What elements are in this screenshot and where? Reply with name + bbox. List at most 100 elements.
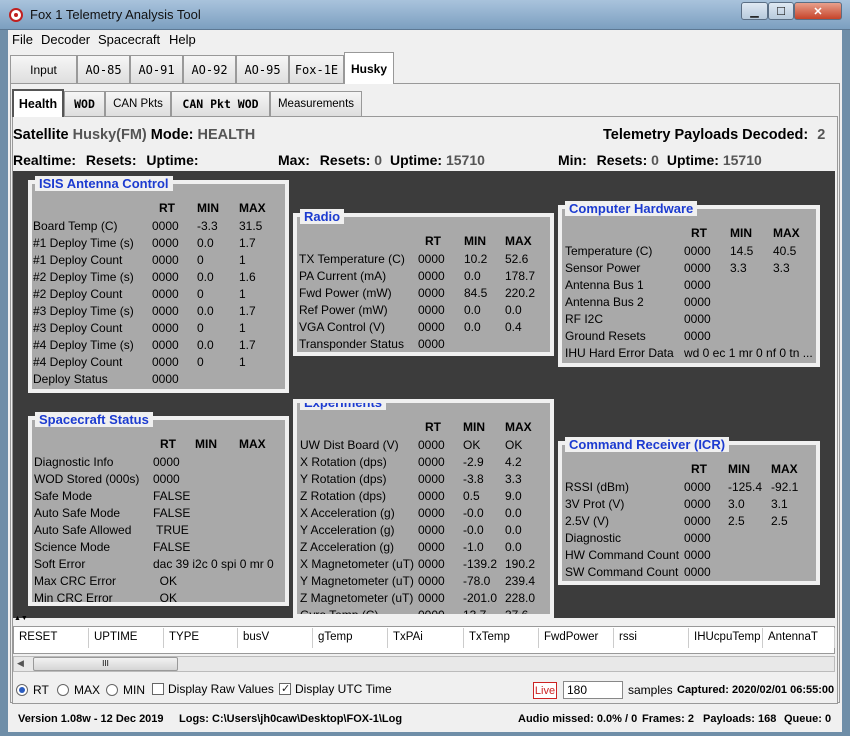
spacecraft-row-rt: FALSE bbox=[153, 540, 191, 554]
max-radio[interactable] bbox=[57, 684, 69, 696]
subtab-health[interactable]: Health bbox=[12, 89, 64, 117]
isis-row-min: -3.3 bbox=[197, 219, 218, 233]
spacecraft-col-max: MAX bbox=[239, 437, 266, 451]
samples-input[interactable] bbox=[563, 681, 623, 699]
radio-row-rt: 0000 bbox=[418, 320, 445, 334]
experiments-row-name: Y Acceleration (g) bbox=[300, 523, 395, 537]
minimize-button[interactable]: ▁ bbox=[741, 2, 768, 20]
scroll-left-icon[interactable]: ◀ bbox=[17, 658, 24, 669]
close-button[interactable]: ✕ bbox=[794, 2, 842, 20]
isis-row-max: 1 bbox=[239, 321, 246, 335]
menu-decoder[interactable]: Decoder bbox=[41, 32, 90, 47]
spacecraft-row-name: Science Mode bbox=[34, 540, 111, 554]
spacecraft-row-name: Min CRC Error bbox=[34, 591, 113, 605]
isis-row-rt: 0000 bbox=[152, 304, 179, 318]
satellite-label: Satellite bbox=[13, 127, 69, 143]
experiments-row-rt: 0000 bbox=[418, 591, 445, 605]
experiments-row-min: 0.5 bbox=[463, 489, 480, 503]
table-header-gtemp[interactable]: gTemp bbox=[313, 628, 388, 648]
radio-row-name: Transponder Status bbox=[299, 337, 404, 351]
menu-file[interactable]: File bbox=[12, 32, 33, 47]
subtab-measurements[interactable]: Measurements bbox=[270, 91, 362, 116]
radio-row-name: VGA Control (V) bbox=[299, 320, 386, 334]
table-header-txtemp[interactable]: TxTemp bbox=[464, 628, 539, 648]
computer-row-name: RF I2C bbox=[565, 312, 604, 326]
radio-row-name: PA Current (mA) bbox=[299, 269, 387, 283]
table-header-txpai[interactable]: TxPAi bbox=[388, 628, 464, 648]
isis-row-max: 1.7 bbox=[239, 338, 256, 352]
computer-row-name: Ground Resets bbox=[565, 329, 646, 343]
isis-row-min: 0.0 bbox=[197, 338, 214, 352]
radio-row-rt: 0000 bbox=[418, 252, 445, 266]
spacecraft-row-name: Auto Safe Mode bbox=[34, 506, 121, 520]
radio-col-rt: RT bbox=[425, 234, 441, 248]
maximize-button[interactable]: ☐ bbox=[768, 2, 794, 20]
spacecraft-row-rt: 0000 bbox=[153, 472, 180, 486]
subtab-can-pkt-wod[interactable]: CAN Pkt WOD bbox=[171, 91, 270, 116]
table-header-type[interactable]: TYPE bbox=[164, 628, 238, 648]
tab-fox-1e[interactable]: Fox-1E bbox=[289, 55, 344, 83]
splitter-arrows-icon[interactable]: ▲▼ bbox=[14, 615, 28, 622]
tab-ao-95[interactable]: AO-95 bbox=[236, 55, 289, 83]
utc-time-checkbox[interactable] bbox=[279, 682, 291, 695]
radio-col-min: MIN bbox=[464, 234, 486, 248]
command-row-name: RSSI (dBm) bbox=[565, 480, 630, 494]
table-header-rssi[interactable]: rssi bbox=[614, 628, 689, 648]
computer-row-rt: 0000 bbox=[684, 278, 711, 292]
max-resets-label: Resets: bbox=[319, 152, 371, 168]
tab-ao-85[interactable]: AO-85 bbox=[77, 55, 130, 83]
computer-row-name: Sensor Power bbox=[565, 261, 641, 275]
live-button[interactable]: Live bbox=[533, 682, 557, 699]
experiments-row-max: 37.6 bbox=[505, 608, 529, 618]
subtab-can-pkts[interactable]: CAN Pkts bbox=[105, 91, 171, 116]
realtime-header: Realtime: Resets: Uptime: bbox=[13, 152, 199, 168]
isis-row-max: 1 bbox=[239, 253, 246, 267]
scroll-thumb[interactable]: III bbox=[33, 657, 178, 671]
min-radio[interactable] bbox=[106, 684, 118, 696]
experiments-row-max: 0.0 bbox=[505, 523, 522, 537]
table-header-uptime[interactable]: UPTIME bbox=[89, 628, 164, 648]
experiments-row-rt: 0000 bbox=[418, 455, 445, 469]
isis-row-name: #3 Deploy Time (s) bbox=[33, 304, 134, 318]
audio-status: Audio missed: 0.0% / 0 bbox=[518, 713, 638, 725]
command-col-min: MIN bbox=[728, 462, 750, 476]
isis-row-rt: 0000 bbox=[152, 287, 179, 301]
splitter[interactable]: ▲▼ bbox=[13, 615, 835, 626]
raw-values-checkbox[interactable] bbox=[152, 683, 164, 695]
subtab-wod[interactable]: WOD bbox=[64, 91, 105, 116]
table-header-reset[interactable]: RESET bbox=[14, 628, 89, 648]
command-row-rt: 0000 bbox=[684, 497, 711, 511]
table-header-antennat[interactable]: AntennaT bbox=[763, 628, 835, 648]
menu-spacecraft[interactable]: Spacecraft bbox=[98, 32, 160, 47]
isis-row-rt: 0000 bbox=[152, 270, 179, 284]
computer-row-rt: 0000 bbox=[684, 295, 711, 309]
spacecraft-col-rt: RT bbox=[160, 437, 176, 451]
menu-help[interactable]: Help bbox=[169, 32, 196, 47]
command-row-min: 2.5 bbox=[728, 514, 745, 528]
radio-row-max: 0.0 bbox=[505, 303, 522, 317]
computer-row-rt: wd 0 ec 1 mr 0 nf 0 tn ... bbox=[684, 346, 813, 360]
tab-husky[interactable]: Husky bbox=[344, 52, 394, 84]
rt-radio[interactable] bbox=[16, 684, 28, 696]
radio-panel-title: Radio bbox=[300, 209, 345, 224]
experiments-row-min: -1.0 bbox=[463, 540, 484, 554]
radio-row-min: 10.2 bbox=[464, 252, 488, 266]
isis-row-min: 0 bbox=[197, 355, 204, 369]
table-header-ihucputemp[interactable]: IHUcpuTemp bbox=[689, 628, 763, 648]
tab-ao-92[interactable]: AO-92 bbox=[183, 55, 236, 83]
tab-input[interactable]: Input bbox=[10, 55, 77, 83]
experiments-row-name: Y Rotation (dps) bbox=[300, 472, 387, 486]
isis-row-max: 1.7 bbox=[239, 304, 256, 318]
command-row-max: -92.1 bbox=[771, 480, 799, 494]
isis-row-rt: 0000 bbox=[152, 321, 179, 335]
tab-ao-91[interactable]: AO-91 bbox=[130, 55, 183, 83]
spacecraft-row-name: WOD Stored (000s) bbox=[34, 472, 140, 486]
table-header-fwdpower[interactable]: FwdPower bbox=[539, 628, 614, 648]
table-header-busv[interactable]: busV bbox=[238, 628, 313, 648]
spacecraft-row-name: Diagnostic Info bbox=[34, 455, 114, 469]
experiments-row-max: 3.3 bbox=[505, 472, 522, 486]
radio-row-max: 178.7 bbox=[505, 269, 536, 283]
max-uptime-value: 15710 bbox=[445, 152, 485, 168]
frames-status: Frames: 2 bbox=[642, 713, 694, 725]
experiments-col-max: MAX bbox=[505, 420, 532, 434]
